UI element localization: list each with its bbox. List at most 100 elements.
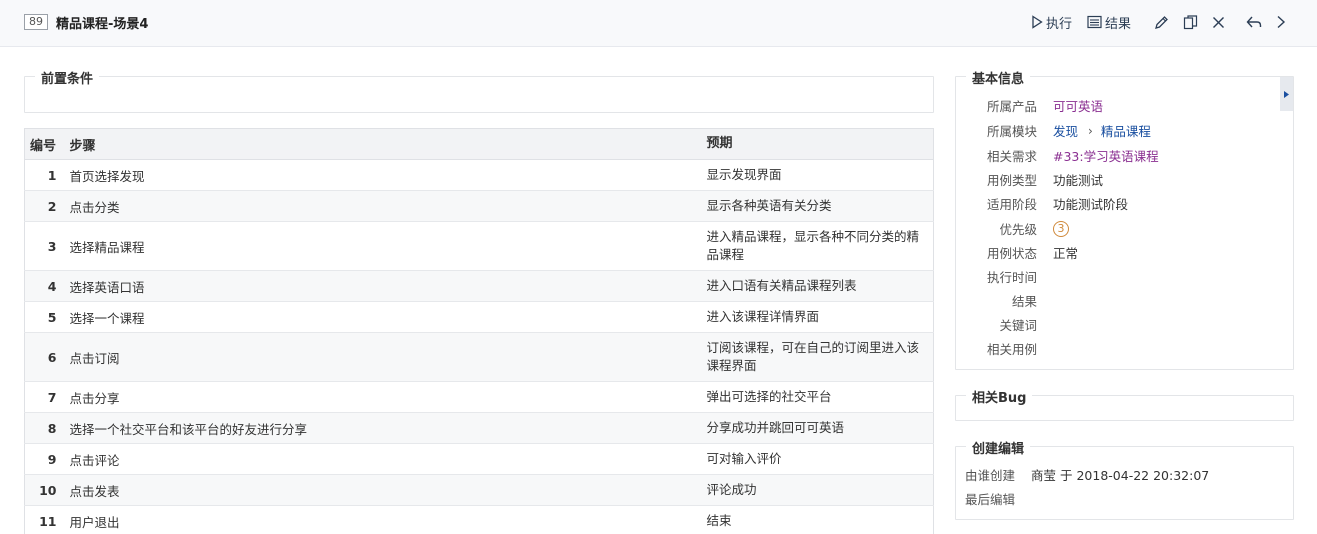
step-text: 点击分类 — [64, 190, 701, 222]
info-row-type: 用例类型 功能测试 — [965, 170, 1103, 189]
pencil-icon — [1155, 15, 1168, 29]
step-number: 3 — [24, 221, 65, 271]
page-title: 精品课程-场景4 — [56, 17, 149, 32]
step-text: 用户退出 — [64, 505, 701, 534]
info-row-exec-time: 执行时间 — [965, 267, 1037, 286]
step-expect: 显示各种英语有关分类 — [700, 190, 934, 222]
stage-value: 功能测试阶段 — [1053, 197, 1129, 212]
step-text: 选择一个社交平台和该平台的好友进行分享 — [64, 412, 701, 444]
info-row-edited: 最后编辑 — [965, 489, 1015, 508]
run-button-label: 执行 — [1046, 16, 1073, 32]
steps-table-header: 编号 步骤 预期 — [24, 128, 934, 160]
basic-info-legend: 基本信息 — [966, 68, 1031, 87]
step-number: 4 — [24, 270, 65, 302]
step-number: 1 — [24, 159, 65, 191]
preconditions-legend: 前置条件 — [35, 68, 100, 87]
copy-icon — [1183, 14, 1198, 29]
back-button[interactable] — [1246, 12, 1262, 32]
table-row: 7 点击分享 弹出可选择的社交平台 — [24, 381, 934, 413]
edited-label: 最后编辑 — [965, 492, 1016, 507]
col-num-header: 编号 — [24, 128, 65, 160]
step-number: 6 — [24, 332, 65, 382]
keywords-label: 关键词 — [999, 318, 1037, 333]
step-expect: 显示发现界面 — [700, 159, 934, 191]
info-row-story: 相关需求 #33:学习英语课程 — [965, 146, 1159, 165]
step-number: 8 — [24, 412, 65, 444]
module-label: 所属模块 — [986, 124, 1037, 139]
info-row-keywords: 关键词 — [965, 315, 1037, 334]
run-button[interactable]: 执行 — [1031, 12, 1072, 32]
caret-right-icon — [1284, 90, 1289, 98]
created-label: 由谁创建 — [965, 468, 1016, 483]
copy-button[interactable] — [1183, 12, 1198, 32]
type-label: 用例类型 — [986, 173, 1037, 188]
table-row: 9 点击评论 可对输入评价 — [24, 443, 934, 475]
step-text: 点击订阅 — [64, 332, 701, 382]
step-number: 11 — [24, 505, 65, 534]
preconditions-section: 前置条件 — [24, 68, 934, 113]
step-text: 点击评论 — [64, 443, 701, 475]
info-row-created: 由谁创建 商莹 于 2018-04-22 20:32:07 — [965, 465, 1209, 484]
create-edit-legend: 创建编辑 — [966, 438, 1031, 457]
created-value: 商莹 于 2018-04-22 20:32:07 — [1031, 468, 1210, 483]
type-value: 功能测试 — [1053, 173, 1104, 188]
step-expect: 进入该课程详情界面 — [700, 301, 934, 333]
related-bug-legend: 相关Bug — [966, 387, 1033, 406]
step-expect: 订阅该课程，可在自己的订阅里进入该课程界面 — [700, 332, 934, 382]
step-expect: 结束 — [700, 505, 934, 534]
col-step-header: 步骤 — [64, 128, 701, 160]
step-text: 选择一个课程 — [64, 301, 701, 333]
step-expect: 可对输入评价 — [700, 443, 934, 475]
step-number: 7 — [24, 381, 65, 413]
info-row-related-cases: 相关用例 — [965, 339, 1037, 358]
list-icon — [1087, 15, 1102, 29]
edit-button[interactable] — [1154, 12, 1169, 32]
step-text: 首页选择发现 — [64, 159, 701, 191]
col-expect-header: 预期 — [700, 128, 934, 160]
status-label: 用例状态 — [986, 246, 1037, 261]
chevron-right-icon: › — [1088, 123, 1093, 138]
next-button[interactable] — [1276, 12, 1286, 32]
steps-table: 编号 步骤 预期 1 首页选择发现 显示发现界面 2 点击分类 显示各种英语有关… — [24, 128, 934, 534]
table-row: 11 用户退出 结束 — [24, 505, 934, 534]
step-expect: 进入精品课程，显示各种不同分类的精品课程 — [700, 221, 934, 271]
module-parent-link[interactable]: 发现 — [1053, 121, 1078, 140]
product-link[interactable]: 可可英语 — [1053, 96, 1103, 115]
table-row: 5 选择一个课程 进入该课程详情界面 — [24, 301, 934, 333]
step-number: 9 — [24, 443, 65, 475]
info-row-product: 所属产品 可可英语 — [965, 96, 1103, 115]
step-expect: 进入口语有关精品课程列表 — [700, 270, 934, 302]
table-row: 4 选择英语口语 进入口语有关精品课程列表 — [24, 270, 934, 302]
step-number: 10 — [24, 474, 65, 506]
step-text: 选择精品课程 — [64, 221, 701, 271]
step-expect: 弹出可选择的社交平台 — [700, 381, 934, 413]
story-label: 相关需求 — [986, 149, 1037, 164]
story-link[interactable]: #33:学习英语课程 — [1053, 146, 1159, 165]
back-arrow-icon — [1246, 16, 1262, 28]
result-button[interactable]: 结果 — [1087, 12, 1131, 32]
step-expect: 评论成功 — [700, 474, 934, 506]
info-row-status: 用例状态 正常 — [965, 243, 1078, 262]
table-row: 3 选择精品课程 进入精品课程，显示各种不同分类的精品课程 — [24, 221, 934, 271]
table-row: 6 点击订阅 订阅该课程，可在自己的订阅里进入该课程界面 — [24, 332, 934, 382]
related-bug-section: 相关Bug — [955, 387, 1294, 421]
step-text: 点击发表 — [64, 474, 701, 506]
exec-time-label: 执行时间 — [986, 270, 1037, 285]
info-row-result: 结果 — [965, 291, 1037, 310]
play-icon — [1032, 15, 1043, 29]
step-text: 点击分享 — [64, 381, 701, 413]
close-icon — [1213, 16, 1224, 28]
table-row: 2 点击分类 显示各种英语有关分类 — [24, 190, 934, 222]
table-row: 10 点击发表 评论成功 — [24, 474, 934, 506]
table-row: 8 选择一个社交平台和该平台的好友进行分享 分享成功并跳回可可英语 — [24, 412, 934, 444]
info-row-module: 所属模块 发现 › 精品课程 — [965, 121, 1151, 140]
side-panel-toggle[interactable] — [1280, 77, 1293, 111]
result-label: 结果 — [1011, 294, 1037, 309]
result-button-label: 结果 — [1105, 16, 1132, 32]
priority-badge: 3 — [1053, 220, 1069, 237]
delete-button[interactable] — [1212, 12, 1225, 32]
table-row: 1 首页选择发现 显示发现界面 — [24, 159, 934, 191]
step-expect: 分享成功并跳回可可英语 — [700, 412, 934, 444]
info-row-priority: 优先级 3 — [965, 219, 1069, 238]
module-child-link[interactable]: 精品课程 — [1101, 121, 1151, 140]
